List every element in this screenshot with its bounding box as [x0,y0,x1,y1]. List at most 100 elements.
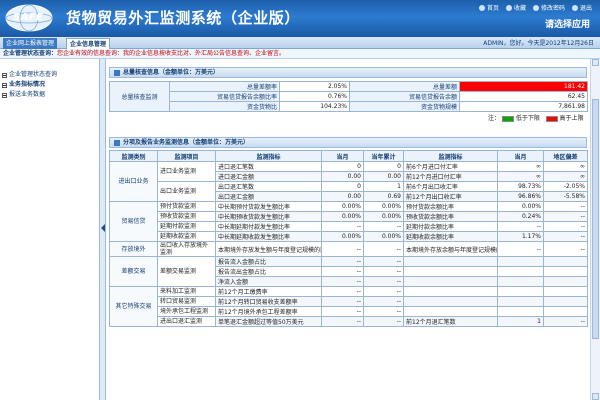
month-value-cell: 0.00% [321,211,364,222]
legend-label-below: 低于下限 [515,115,540,123]
table-row: 其它特殊交易 来料加工监测 前12个月工缴费率 -- -- [109,286,588,327]
month-value-cell: 0 [321,161,364,172]
regional-deviation-cell [543,266,588,277]
col-header: 当年累计 [363,150,404,162]
regional-deviation-cell: -- [543,201,588,212]
month-value-cell: 0.00% [321,231,364,242]
detail-section-header: 分项及报告业务监测信息（金额单位：万美元） [109,137,587,148]
table-row: 预收货款监测 中长期预收货款发生额比率 0.00% 0.00% 预收货款余额比率 0.24… [110,211,588,222]
month-value-cell: 1.17% [497,231,544,242]
select-app-label[interactable]: 请选择应用 [545,17,590,30]
summary-label: 贸易信贷报告余额 [349,91,460,102]
col-header: 当月 [497,150,544,162]
summary-value: 0.76% [279,91,350,102]
indicator-cell [403,296,498,307]
item-cell: 预付货款监测 [157,201,216,212]
detail-header-row: 监测类别 监测项目 监测指标 当月 当年累计 监测指标 当月 地区偏差 [109,150,588,162]
month-value-cell: -- [321,256,364,267]
table-row: 延期付款监测 中长期延期付款发生额比率 -- -- 延期付款余额比率 -- -- [110,221,588,232]
regional-deviation-cell [543,256,588,267]
indicator-cell: 前6个月出口收汇率 [403,181,498,192]
sidebar-item-report-data[interactable]: 报送业务数据 [0,90,99,100]
month-value-cell: ∞ [497,161,544,172]
summary-value: 7,861.98 [459,101,588,112]
ytd-value-cell: -- [363,276,404,287]
month-value-cell: -- [321,241,364,257]
indicator-cell: 前12个月出口收汇率 [403,191,498,202]
indicator-cell [403,256,498,267]
sidebar-item-indicators[interactable]: 业务指标情况 [0,80,99,90]
month-value-cell: 0.00 [321,171,364,182]
collapse-arrow-icon[interactable] [101,224,105,232]
summary-value: 104.23% [279,101,350,112]
month-value-cell: -- [321,276,364,287]
indicator-cell: 本期境外存放发生额与年度登记规模的比率 [215,241,322,257]
table-row: 进出口退汇监测 单笔退汇金额超过等值50万美元 -- -- 前12个月退汇笔数 1 -- [110,316,588,327]
indicator-cell: 进口退汇金额 [215,171,322,182]
indicator-cell [403,276,498,287]
indicator-cell: 前12个月境外承包工程差额率 [215,306,322,317]
tab-enterprise-info[interactable]: 企业信息管理 [66,38,111,49]
month-value-cell: 0.00% [497,201,544,212]
month-value-cell: 0 [321,181,364,192]
month-value-cell: -- [321,286,364,297]
table-row: 转口贸易监测 前12个月转口贸易收支差额率 -- -- [110,296,588,307]
logo-text: SAFE [13,12,44,23]
app-header: SAFE 货物贸易外汇监测系统（企业版） 首页 收藏 修改密码 退出 请选择应用 [0,0,600,37]
ytd-value-cell: 0.00 [363,171,404,182]
indicator-cell [403,266,498,277]
ytd-value-cell: -- [363,296,404,307]
indicator-cell: 中长期延期收款发生额比率 [215,231,322,242]
category-cell: 差额交易 [109,256,158,287]
sidebar-item-status-query[interactable]: 企业管理状态查询 [0,70,99,80]
indicator-cell: 前12个月进口付汇率 [403,171,498,182]
month-value-cell: -- [497,241,544,257]
sidebar-splitter[interactable] [100,59,106,400]
ytd-value-cell: 0.00% [363,201,404,212]
regional-deviation-cell: ∞ [543,171,588,182]
detail-table: 监测类别 监测项目 监测指标 当月 当年累计 监测指标 当月 地区偏差 进出口业… [109,150,588,327]
key-icon [532,4,539,11]
table-row: 差额交易 差额交易监测 报告流入金额占比 -- -- [109,256,588,287]
summary-value: 62.45 [459,91,588,102]
item-cell: 延期付款监测 [157,221,216,232]
home-link[interactable]: 首页 [478,3,499,12]
col-header: 监测类别 [109,150,158,162]
scroll-thumb[interactable] [592,99,599,339]
regional-deviation-cell [543,296,588,307]
indicator-cell: 延期付款余额比率 [403,221,498,232]
month-value-cell: -- [321,316,364,327]
main-content: 总量核查信息（金额单位：万美元） 总量核查监测 总量差额率 2.05% 总量差额… [107,59,590,400]
notice-text[interactable]: 您企业有效的信息查询：我的企业信息按收支比对、外汇局公告信息查询、企业留言。 [57,50,285,57]
safe-logo: SAFE [4,3,54,33]
ytd-value-cell: -- [363,266,404,277]
col-header: 当月 [321,150,364,162]
change-password-link[interactable]: 修改密码 [532,3,565,12]
logout-link[interactable]: 退出 [571,3,592,12]
favorite-link[interactable]: 收藏 [505,3,526,12]
scroll-down-icon[interactable] [592,393,599,400]
collapse-icon [2,92,7,98]
category-cell: 存放境外 [109,241,158,257]
tab-report-management[interactable]: 企业网上报表管理 [3,38,58,49]
item-cell: 转口贸易监测 [157,296,216,307]
summary-value: 2.05% [279,81,350,92]
ytd-value-cell: 0.00% [363,211,404,222]
table-row: 贸易信贷 预付货款监测 中长期预付货款发生额比率 0.00% 0.00% 预付货款余额比率… [109,201,588,242]
home-icon [478,4,485,11]
ytd-value-cell: -- [363,221,404,232]
item-cell: 进出口退汇监测 [157,316,216,327]
vertical-scrollbar[interactable] [590,59,600,400]
indicator-cell: 中长期预付货款发生额比率 [215,201,322,212]
month-value-cell: 0.00% [321,201,364,212]
month-value-cell: 96.86% [497,191,544,202]
month-value-cell: -- [497,221,544,232]
nav-bar: 企业网上报表管理 企业信息管理 ADMIN，您好。今天是2012年12月26日 [0,37,600,49]
regional-deviation-cell: -- [543,241,588,257]
regional-deviation-cell [543,286,588,297]
top-links: 首页 收藏 修改密码 退出 [478,3,592,12]
table-row: 境外承包工程监测 前12个月境外承包工程差额率 -- -- [110,306,588,317]
indicator-cell: 报告流出金额占比 [215,266,322,277]
month-value-cell [497,266,544,277]
scroll-up-icon[interactable] [592,59,599,66]
